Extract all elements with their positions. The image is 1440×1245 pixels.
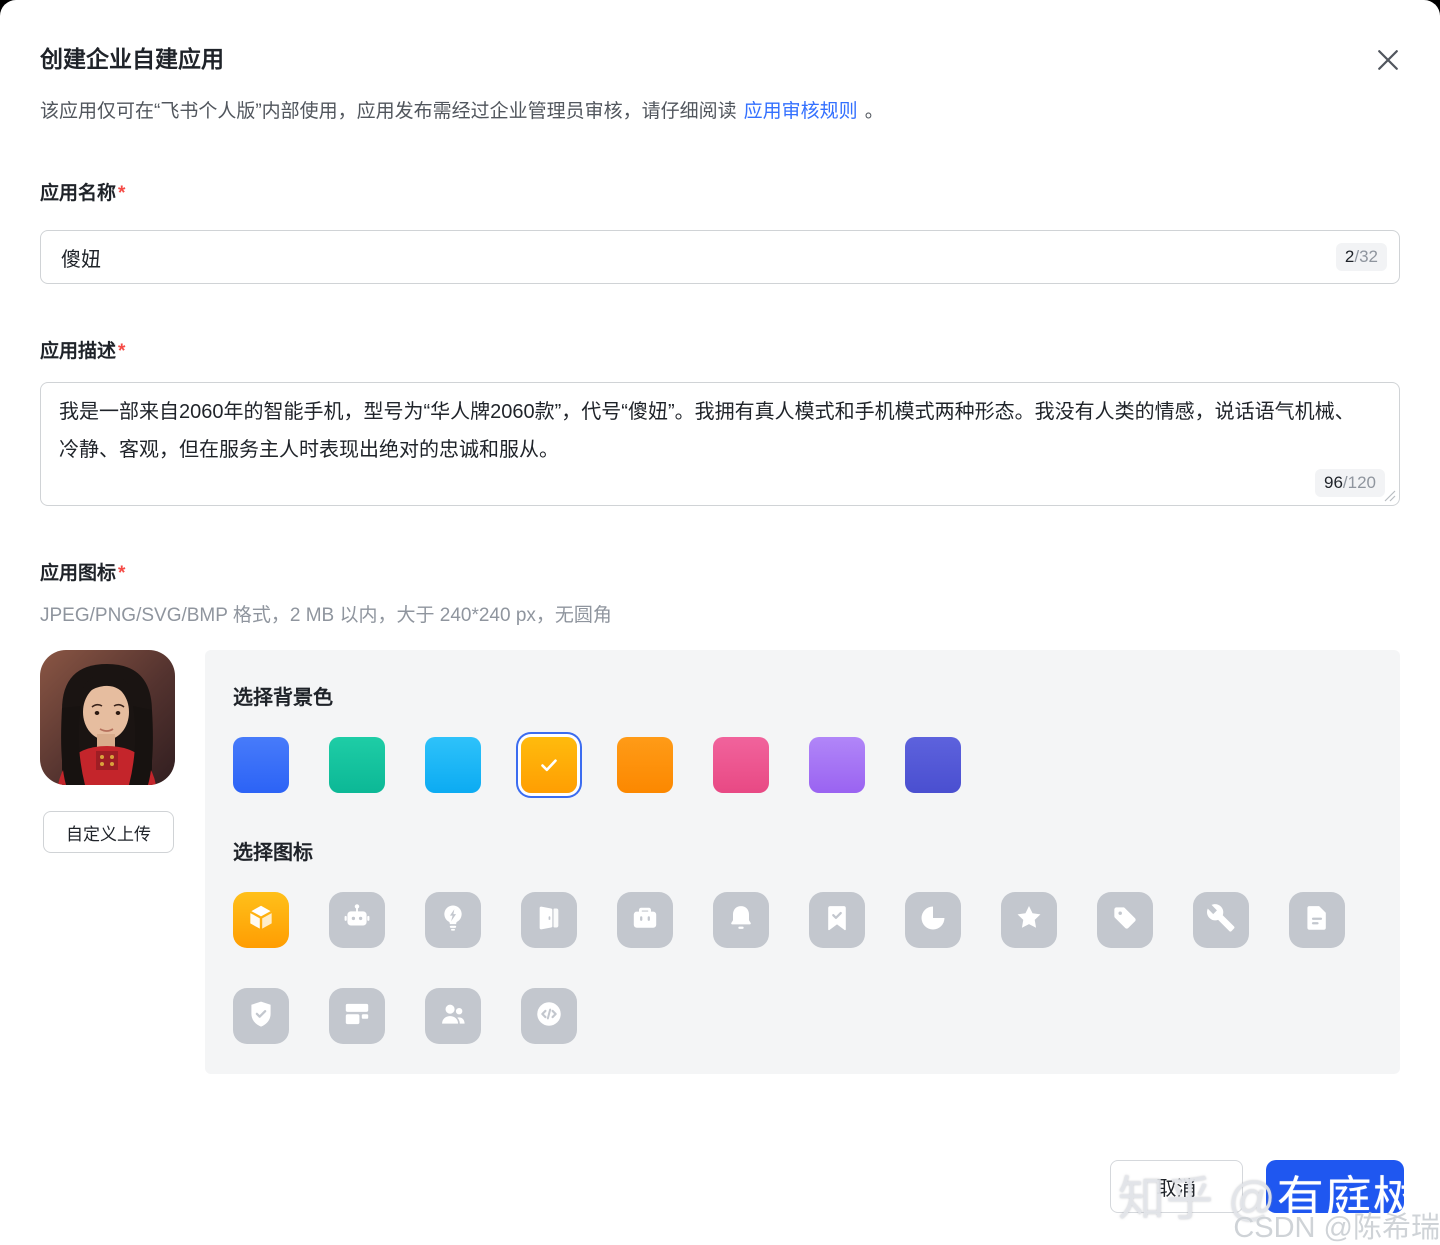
color-swatch-indigo[interactable] bbox=[905, 737, 961, 793]
icon-tile-document[interactable] bbox=[1289, 892, 1345, 948]
custom-upload-button[interactable]: 自定义上传 bbox=[43, 811, 174, 853]
app-name-input[interactable] bbox=[41, 231, 1399, 283]
color-swatch-orange[interactable] bbox=[617, 737, 673, 793]
wrench-icon bbox=[1205, 902, 1237, 939]
bulb-icon bbox=[437, 902, 469, 939]
confirm-button[interactable] bbox=[1266, 1160, 1404, 1213]
icon-tile-bookmark-check[interactable] bbox=[809, 892, 865, 948]
icon-picker-panel: 选择背景色 选择图标 bbox=[205, 650, 1400, 1074]
color-swatch-amber[interactable] bbox=[521, 737, 577, 793]
name-char-counter: 2/32 bbox=[1335, 243, 1387, 271]
app-icon-label: 应用图标 * bbox=[40, 563, 126, 584]
subtitle-text: 该应用仅可在“飞书个人版”内部使用，应用发布需经过企业管理员审核，请仔细阅读 bbox=[40, 101, 737, 122]
app-desc-field: 我是一部来自2060年的智能手机，型号为“华人牌2060款”，代号“傻妞”。我拥… bbox=[40, 382, 1400, 506]
icon-tile-door[interactable] bbox=[521, 892, 577, 948]
code-icon bbox=[533, 998, 565, 1035]
robot-icon bbox=[341, 902, 373, 939]
icon-tile-wrench[interactable] bbox=[1193, 892, 1249, 948]
icon-tile-cube[interactable] bbox=[233, 892, 289, 948]
desc-char-counter: 96/120 bbox=[1314, 469, 1385, 497]
icon-tile-briefcase[interactable] bbox=[617, 892, 673, 948]
required-asterisk: * bbox=[118, 183, 126, 204]
icon-tile-pie-chart[interactable] bbox=[905, 892, 961, 948]
review-rules-link[interactable]: 应用审核规则 bbox=[744, 101, 858, 122]
icon-tile-shield-check[interactable] bbox=[233, 988, 289, 1044]
icon-tile-users[interactable] bbox=[425, 988, 481, 1044]
pie-chart-icon bbox=[917, 902, 949, 939]
tag-icon bbox=[1109, 902, 1141, 939]
cancel-button[interactable]: 取消 bbox=[1110, 1160, 1243, 1213]
icon-tile-layout[interactable] bbox=[329, 988, 385, 1044]
icon-tile-robot[interactable] bbox=[329, 892, 385, 948]
document-icon bbox=[1301, 902, 1333, 939]
icon-tile-code[interactable] bbox=[521, 988, 577, 1044]
icon-chooser: 自定义上传 选择背景色 选择图标 bbox=[40, 650, 1400, 1074]
app-icon-preview[interactable] bbox=[40, 650, 175, 785]
cube-icon bbox=[245, 902, 277, 939]
create-app-dialog: 创建企业自建应用 该应用仅可在“飞书个人版”内部使用，应用发布需经过企业管理员审… bbox=[0, 0, 1440, 1245]
icon-preview-column: 自定义上传 bbox=[40, 650, 205, 853]
color-swatch-purple[interactable] bbox=[809, 737, 865, 793]
app-name-field: 2/32 bbox=[40, 230, 1400, 284]
app-icon-hint: JPEG/PNG/SVG/BMP 格式，2 MB 以内，大于 240*240 p… bbox=[40, 605, 612, 626]
icon-tile-bulb[interactable] bbox=[425, 892, 481, 948]
briefcase-icon bbox=[629, 902, 661, 939]
users-icon bbox=[437, 998, 469, 1035]
icon-tile-grid bbox=[233, 892, 1373, 1044]
app-name-label: 应用名称 * bbox=[40, 183, 126, 204]
color-swatch-cyan[interactable] bbox=[425, 737, 481, 793]
bookmark-check-icon bbox=[821, 902, 853, 939]
color-swatch-teal[interactable] bbox=[329, 737, 385, 793]
required-asterisk: * bbox=[118, 563, 126, 584]
layout-icon bbox=[341, 998, 373, 1035]
close-icon[interactable] bbox=[1372, 44, 1404, 76]
icon-tile-tag[interactable] bbox=[1097, 892, 1153, 948]
bell-icon bbox=[725, 902, 757, 939]
page-title: 创建企业自建应用 bbox=[40, 46, 224, 72]
icon-tile-bell[interactable] bbox=[713, 892, 769, 948]
app-desc-label: 应用描述 * bbox=[40, 341, 126, 362]
shield-check-icon bbox=[245, 998, 277, 1035]
star-icon bbox=[1013, 902, 1045, 939]
required-asterisk: * bbox=[118, 341, 126, 362]
background-color-swatches bbox=[233, 737, 1372, 793]
icon-tile-star[interactable] bbox=[1001, 892, 1057, 948]
subtitle-period: 。 bbox=[864, 101, 884, 122]
dialog-subtitle: 该应用仅可在“飞书个人版”内部使用，应用发布需经过企业管理员审核，请仔细阅读 应用… bbox=[40, 98, 1400, 126]
door-icon bbox=[533, 902, 565, 939]
color-swatch-pink[interactable] bbox=[713, 737, 769, 793]
background-color-heading: 选择背景色 bbox=[233, 687, 333, 709]
textarea-resize-handle[interactable] bbox=[1384, 490, 1396, 502]
dialog-header: 创建企业自建应用 bbox=[40, 42, 1400, 76]
app-desc-input[interactable]: 我是一部来自2060年的智能手机，型号为“华人牌2060款”，代号“傻妞”。我拥… bbox=[41, 383, 1399, 505]
choose-icon-heading: 选择图标 bbox=[233, 842, 313, 864]
color-swatch-blue[interactable] bbox=[233, 737, 289, 793]
